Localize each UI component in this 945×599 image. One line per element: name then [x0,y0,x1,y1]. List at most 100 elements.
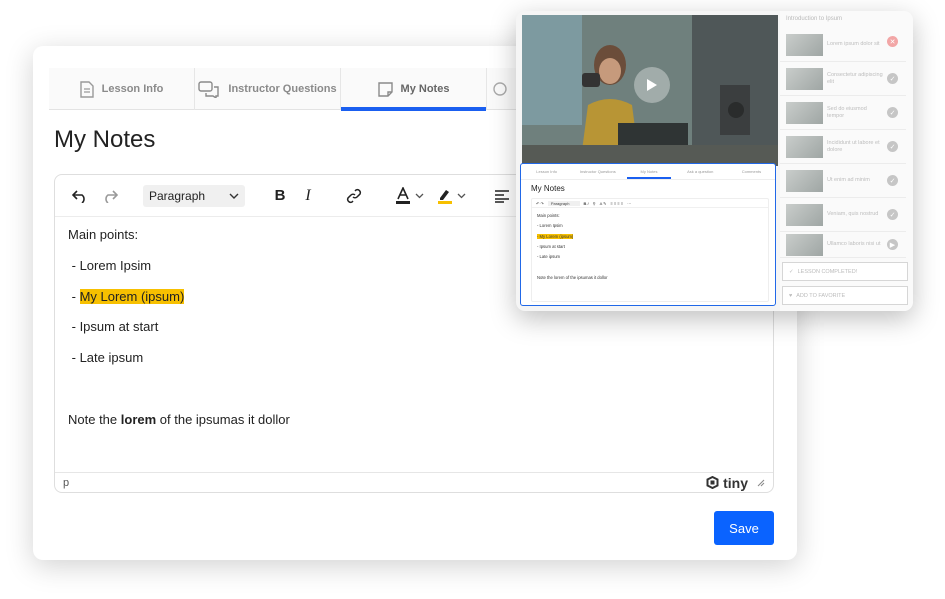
note-line: Note the lorem of the ipsumas it dollor [68,412,290,427]
mini-title: My Notes [531,184,565,193]
mini-line: Main points: [537,213,560,218]
lesson-title: Lorem ipsum dolor sit [827,41,880,47]
list-item: - Lorem Ipsim [68,258,152,273]
add-to-favorite-button[interactable]: ♥ ADD TO FAVORITE [782,286,908,305]
element-path[interactable]: p [63,477,69,489]
mini-editor: ↶ ↷ Paragraph B I ⚲ A ✎ ≡ ≡ ≡ ≡ ⋯ Main point… [531,198,769,302]
lesson-item[interactable]: Lorem ipsum dolor sit ✕ [780,28,906,62]
notes-preview: Lesson Info Instructor Questions My Note… [520,163,776,306]
lesson-thumbnail [786,135,823,158]
lesson-title: Ut enim ad minim [827,177,870,183]
lesson-thumbnail [786,33,823,56]
tab-instructor-questions[interactable]: Instructor Questions [195,68,341,110]
close-icon[interactable]: ✕ [887,36,898,47]
tab-lesson-info[interactable]: Lesson Info [49,68,195,110]
mini-line: Note the lorem of the ipsumas it dollor [537,274,608,280]
list-item: - Late ipsum [68,350,144,365]
mini-line: - Ipsum at start [537,243,565,249]
mini-toolbar: ↶ ↷ Paragraph B I ⚲ A ✎ ≡ ≡ ≡ ≡ ⋯ [532,199,768,208]
tab-my-notes[interactable]: My Notes [341,68,487,111]
course-player-preview: Lesson Info Instructor Questions My Note… [516,11,913,311]
play-button[interactable] [634,67,670,103]
resize-handle-icon [757,479,765,487]
lesson-thumbnail [786,233,823,256]
block-format-select[interactable]: Paragraph [143,184,245,207]
lesson-title: Consectetur adipiscing elit [827,71,883,85]
highlighted-text: My Lorem (ipsum) [79,289,185,304]
content-heading: Main points: [68,227,139,242]
tiny-logo-icon [706,476,719,489]
mini-tab[interactable]: Ask a question [675,164,726,179]
list-item: - My Lorem (ipsum) [68,289,185,304]
play-icon [647,79,657,91]
lesson-thumbnail [786,169,823,192]
lesson-item[interactable]: Sed do eiusmod tempor ✓ [780,96,906,130]
mini-line: - My Lorem (ipsum) [537,233,574,239]
text-color-button[interactable] [391,182,427,210]
link-button[interactable] [343,182,365,210]
check-icon: ✓ [887,209,898,220]
check-icon: ✓ [887,107,898,118]
heart-icon: ♥ [789,292,793,299]
align-left-icon [495,189,509,203]
lesson-title: Veniam, quis nostrud [827,211,879,217]
lesson-completed-label: LESSON COMPLETED! [797,268,858,275]
mini-content: Main points: - Lorem Ipsim - My Lorem (i… [537,213,608,285]
add-to-favorite-label: ADD TO FAVORITE [796,292,846,299]
lesson-thumbnail [786,101,823,124]
lesson-title: Incididunt ut labore et dolore [827,139,880,153]
check-icon: ✓ [887,141,898,152]
highlight-color-icon [437,189,452,204]
mini-line: - Lorem Ipsim [537,223,563,229]
check-icon: ✓ [887,73,898,84]
text-color-icon [395,186,410,204]
lesson-thumbnail [786,203,823,226]
video-player[interactable] [522,15,778,166]
tab-label: Lesson Info [101,83,164,95]
lesson-sidebar: Introduction to Ipsum Lorem ipsum dolor … [780,11,913,311]
mini-tab-bar: Lesson Info Instructor Questions My Note… [521,164,775,180]
sidebar-heading: Introduction to Ipsum [786,16,843,22]
lesson-item[interactable]: Consectetur adipiscing elit ✓ [780,62,906,96]
chevron-down-icon [457,193,465,198]
check-icon: ✓ [789,268,794,275]
chevron-down-icon [415,193,423,198]
brand-name: tiny [723,474,748,491]
check-icon: ✓ [887,175,898,186]
bold-icon: B [274,187,286,204]
lesson-item[interactable]: Ut enim ad minim ✓ [780,164,906,198]
lesson-title: Ullamco laboris nisi ut [827,241,881,247]
italic-button[interactable]: I [297,182,319,210]
lesson-item[interactable]: Incididunt ut labore et dolore ✓ [780,130,906,164]
tiny-logo[interactable]: tiny [706,475,765,491]
redo-button[interactable] [99,182,121,210]
lesson-completed-button[interactable]: ✓ LESSON COMPLETED! [782,262,908,281]
undo-button[interactable] [69,182,91,210]
mini-tab[interactable]: Comments [726,164,775,179]
mini-tab[interactable]: Lesson Info [521,164,572,179]
page-title: My Notes [54,126,156,153]
bold-button[interactable]: B [269,182,291,210]
align-left-button[interactable] [491,182,513,210]
document-icon [79,80,94,98]
lesson-item[interactable]: Veniam, quis nostrud ✓ [780,198,906,232]
mini-tab[interactable]: My Notes [623,164,674,179]
mini-line: - Late ipsum [537,254,561,260]
highlight-color-button[interactable] [433,182,469,210]
block-format-value: Paragraph [149,188,206,203]
link-icon [346,188,362,203]
lesson-item[interactable]: Ullamco laboris nisi ut ▶ [780,232,906,258]
save-button[interactable]: Save [714,511,774,545]
lesson-thumbnail [786,67,823,90]
redo-icon [105,189,118,203]
play-icon[interactable]: ▶ [887,239,898,250]
tab-label: My Notes [400,83,450,95]
lesson-title: Sed do eiusmod tempor [827,105,867,119]
mini-paragraph: Paragraph [547,200,580,206]
undo-icon [72,189,85,203]
mini-line [537,264,608,269]
mini-tab[interactable]: Instructor Questions [572,164,623,179]
chevron-down-icon [229,193,239,199]
chat-bubbles-icon [198,80,220,98]
italic-icon: I [305,186,311,204]
